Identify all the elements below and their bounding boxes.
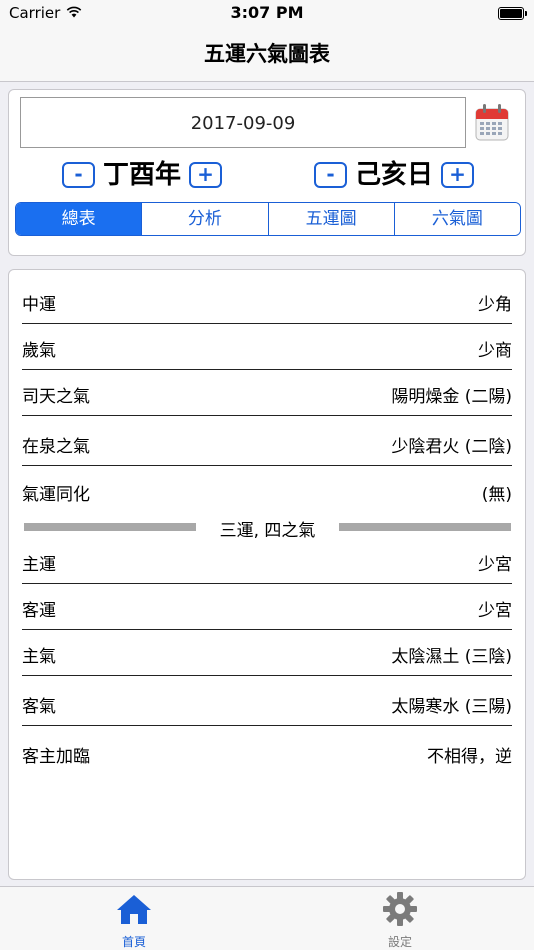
divider-bar-right: [339, 523, 511, 531]
clock: 3:07 PM: [230, 3, 304, 22]
year-increment-button[interactable]: +: [189, 162, 223, 188]
table-row: 在泉之氣 少陰君火 (二陰): [22, 420, 512, 466]
row-value: 太陽寒水 (三陽): [391, 697, 512, 717]
segment-five-movements-chart[interactable]: 五運圖: [267, 203, 394, 235]
section-divider: 三運, 四之氣: [24, 513, 511, 541]
row-value: 少商: [478, 341, 512, 361]
row-label: 司天之氣: [22, 387, 90, 407]
row-label: 氣運同化: [22, 485, 90, 505]
home-icon: [117, 895, 151, 924]
row-value: 少宮: [478, 555, 512, 575]
table-row: 主運 少宮: [22, 538, 512, 584]
row-separator: [22, 415, 512, 416]
row-separator: [22, 675, 512, 676]
status-bar: Carrier 3:07 PM: [0, 0, 534, 28]
tab-settings[interactable]: 設定: [350, 887, 450, 950]
table-row: 中運 少角: [22, 278, 512, 324]
day-stepper: - 己亥日 +: [314, 159, 475, 191]
table-row: 氣運同化 (無): [22, 468, 512, 514]
row-label: 客主加臨: [22, 747, 90, 767]
summary-table-card: 中運 少角 歲氣 少商 司天之氣 陽明燥金 (二陽) 在泉之氣 少陰君火 (二陰…: [8, 269, 526, 880]
day-increment-button[interactable]: +: [441, 162, 475, 188]
nav-title: 五運六氣圖表: [0, 28, 534, 82]
date-controls-card: 2017-09-09 - 丁酉年 + - 己亥日 + 總表 分析 五運圖 六氣圖: [8, 89, 526, 256]
row-label: 主運: [22, 555, 56, 575]
segment-analysis[interactable]: 分析: [141, 203, 268, 235]
row-value: 陽明燥金 (二陽): [391, 387, 512, 407]
year-decrement-button[interactable]: -: [62, 162, 95, 188]
tab-bar: 首頁 設定: [0, 886, 534, 950]
table-row: 客氣 太陽寒水 (三陽): [22, 680, 512, 726]
row-label: 客氣: [22, 697, 56, 717]
battery-icon: [498, 7, 527, 20]
segment-summary[interactable]: 總表: [16, 203, 142, 235]
year-stepper: - 丁酉年 +: [62, 159, 223, 191]
tab-home-label: 首頁: [121, 935, 146, 949]
table-row: 客主加臨 不相得，逆: [22, 730, 512, 776]
view-segmented-control: 總表 分析 五運圖 六氣圖: [15, 202, 521, 236]
day-decrement-button[interactable]: -: [314, 162, 347, 188]
row-label: 在泉之氣: [22, 437, 90, 457]
table-row: 歲氣 少商: [22, 324, 512, 370]
day-label: 己亥日: [355, 160, 434, 190]
row-value: 少陰君火 (二陰): [391, 437, 512, 457]
table-row: 司天之氣 陽明燥金 (二陽): [22, 370, 512, 416]
table-row: 主氣 太陰濕土 (三陰): [22, 630, 512, 676]
row-label: 中運: [22, 295, 56, 315]
segment-six-qi-chart[interactable]: 六氣圖: [393, 203, 520, 235]
date-field[interactable]: 2017-09-09: [20, 97, 466, 148]
row-value: 少角: [478, 295, 512, 315]
row-label: 客運: [22, 601, 56, 621]
row-value: (無): [481, 485, 512, 505]
tab-settings-label: 設定: [387, 935, 412, 949]
row-value: 不相得，逆: [427, 747, 512, 767]
row-separator: [22, 725, 512, 726]
row-label: 歲氣: [22, 341, 56, 361]
row-value: 少宮: [478, 601, 512, 621]
gear-icon: [383, 892, 417, 926]
row-value: 太陰濕土 (三陰): [391, 647, 512, 667]
tab-home[interactable]: 首頁: [84, 887, 184, 950]
row-label: 主氣: [22, 647, 56, 667]
table-row: 客運 少宮: [22, 584, 512, 630]
year-label: 丁酉年: [103, 160, 182, 190]
calendar-icon[interactable]: [475, 103, 509, 141]
row-separator: [22, 465, 512, 466]
